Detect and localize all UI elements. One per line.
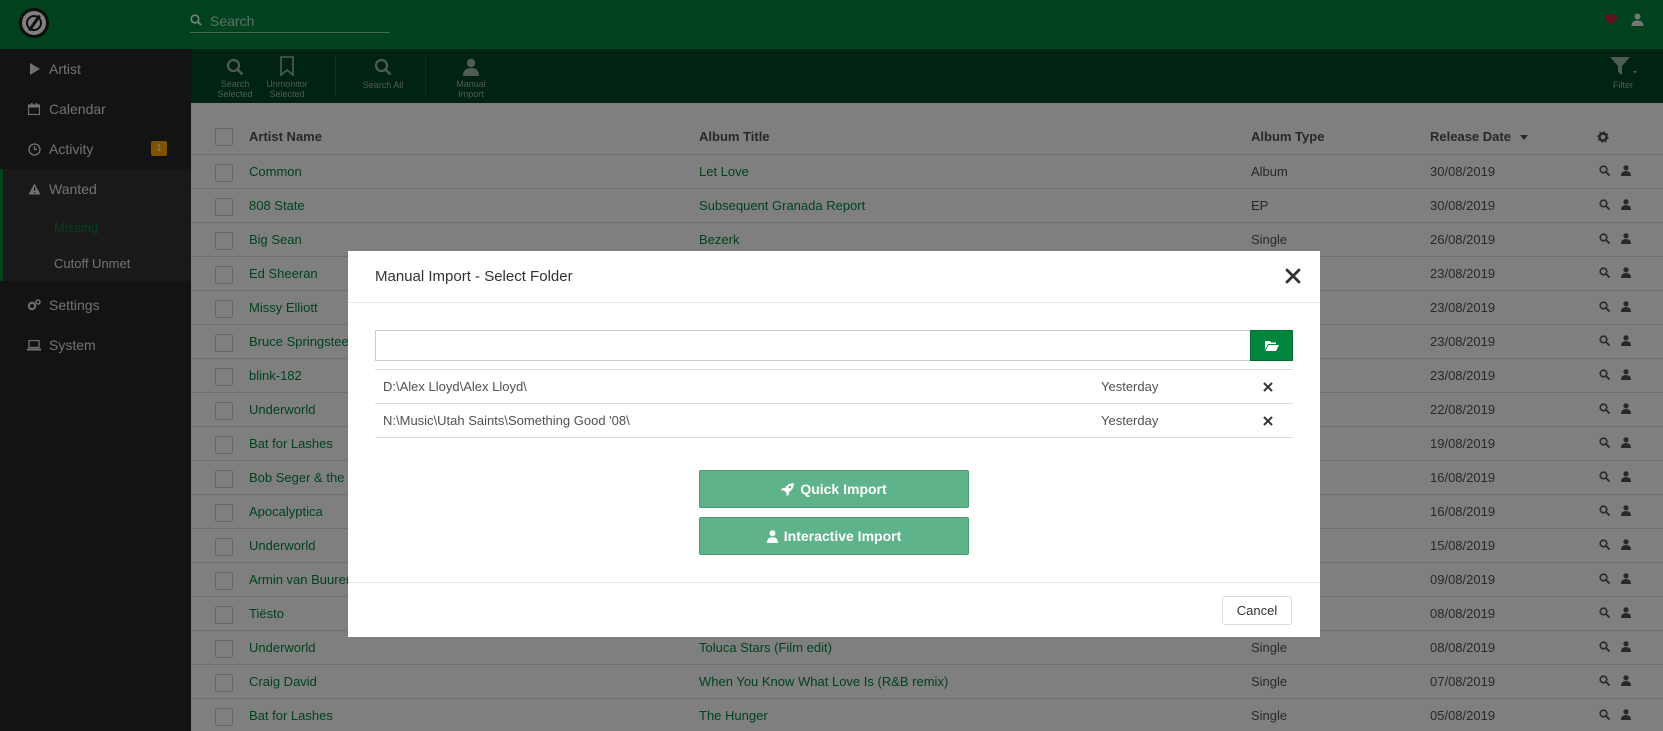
- recent-folder-date: Yesterday: [1101, 379, 1159, 394]
- manual-import-select-folder-modal: Manual Import - Select Folder D:\Alex Ll…: [348, 251, 1320, 637]
- browse-folder-button[interactable]: [1250, 330, 1293, 361]
- recent-folder-path: N:\Music\Utah Saints\Something Good '08\: [383, 413, 630, 428]
- folder-path-input[interactable]: [375, 330, 1250, 361]
- modal-title: Manual Import - Select Folder: [375, 268, 573, 285]
- user-icon: [766, 529, 778, 543]
- rocket-icon: [781, 482, 795, 496]
- remove-icon[interactable]: [1262, 381, 1274, 393]
- recent-folder-row[interactable]: D:\Alex Lloyd\Alex Lloyd\ Yesterday: [375, 369, 1293, 403]
- interactive-import-button[interactable]: Interactive Import: [699, 517, 969, 555]
- close-icon[interactable]: [1284, 267, 1302, 285]
- recent-folder-path: D:\Alex Lloyd\Alex Lloyd\: [383, 379, 527, 394]
- quick-import-button[interactable]: Quick Import: [699, 470, 969, 508]
- folder-open-icon: [1264, 341, 1279, 351]
- remove-icon[interactable]: [1262, 415, 1274, 427]
- modal-header: Manual Import - Select Folder: [348, 251, 1320, 303]
- divider: [375, 437, 1293, 438]
- cancel-button[interactable]: Cancel: [1222, 596, 1292, 625]
- recent-folder-date: Yesterday: [1101, 413, 1159, 428]
- modal-footer: Cancel: [348, 582, 1320, 637]
- recent-folder-row[interactable]: N:\Music\Utah Saints\Something Good '08\…: [375, 403, 1293, 437]
